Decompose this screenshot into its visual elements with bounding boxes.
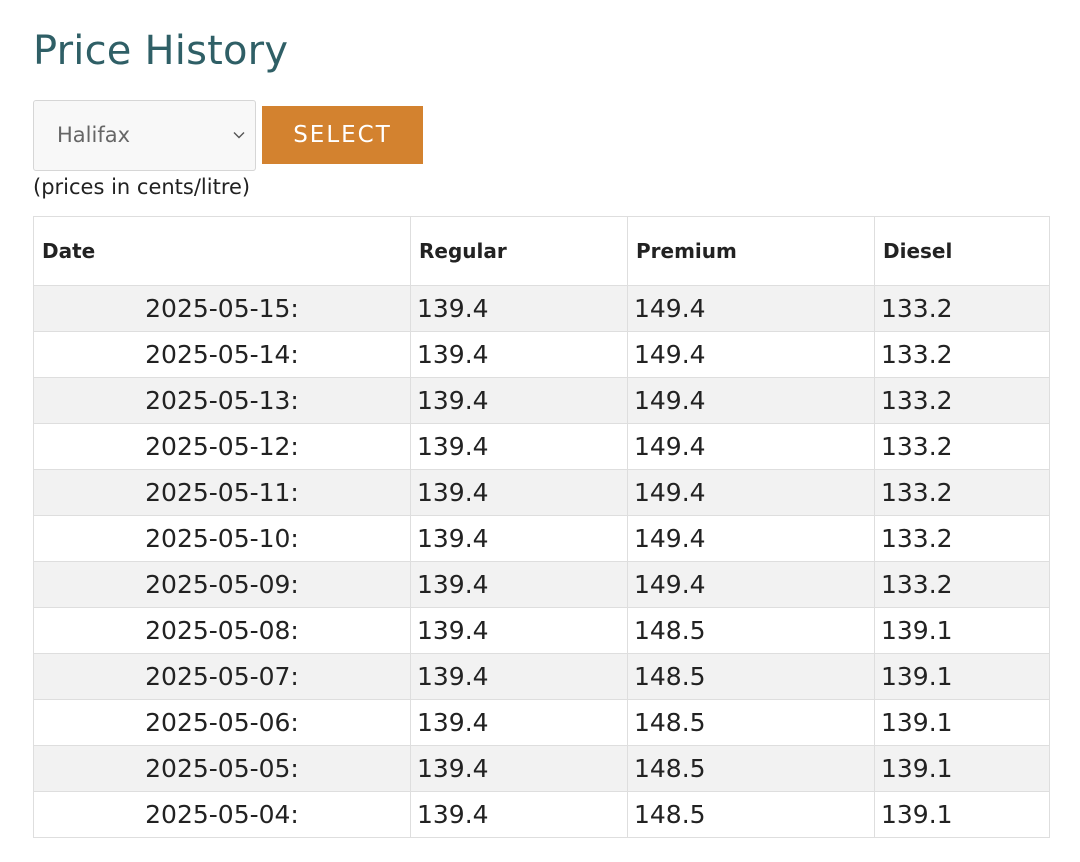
diesel-price-cell: 133.2: [874, 561, 1050, 608]
chevron-down-icon: [233, 131, 245, 138]
diesel-price-cell: 139.1: [874, 745, 1050, 792]
date-cell: 2025-05-11:: [33, 469, 411, 516]
table-row: 2025-05-11: 139.4 149.4 133.2: [33, 469, 1050, 516]
table-header-row: Date Regular Premium Diesel: [33, 216, 1050, 286]
table-body: 2025-05-15: 139.4 149.4 133.2 2025-05-14: 139…: [33, 285, 1050, 838]
header-regular: Regular: [410, 216, 628, 286]
premium-price-cell: 149.4: [627, 377, 875, 424]
table-row: 2025-05-13: 139.4 149.4 133.2: [33, 377, 1050, 424]
diesel-price-cell: 133.2: [874, 285, 1050, 332]
price-history-table: Date Regular Premium Diesel 2025-05-15: 1…: [33, 216, 1050, 838]
diesel-price-cell: 139.1: [874, 653, 1050, 700]
date-cell: 2025-05-08:: [33, 607, 411, 654]
table-row: 2025-05-08: 139.4 148.5 139.1: [33, 607, 1050, 654]
premium-price-cell: 149.4: [627, 423, 875, 470]
date-cell: 2025-05-05:: [33, 745, 411, 792]
date-cell: 2025-05-13:: [33, 377, 411, 424]
regular-price-cell: 139.4: [410, 653, 628, 700]
date-cell: 2025-05-15:: [33, 285, 411, 332]
header-diesel: Diesel: [874, 216, 1050, 286]
table-row: 2025-05-14: 139.4 149.4 133.2: [33, 331, 1050, 378]
regular-price-cell: 139.4: [410, 423, 628, 470]
regular-price-cell: 139.4: [410, 377, 628, 424]
city-select-value: Halifax: [57, 123, 131, 147]
table-row: 2025-05-05: 139.4 148.5 139.1: [33, 745, 1050, 792]
table-row: 2025-05-06: 139.4 148.5 139.1: [33, 699, 1050, 746]
regular-price-cell: 139.4: [410, 561, 628, 608]
premium-price-cell: 149.4: [627, 331, 875, 378]
table-row: 2025-05-07: 139.4 148.5 139.1: [33, 653, 1050, 700]
diesel-price-cell: 139.1: [874, 699, 1050, 746]
table-row: 2025-05-04: 139.4 148.5 139.1: [33, 791, 1050, 838]
units-note: (prices in cents/litre): [33, 175, 251, 199]
regular-price-cell: 139.4: [410, 469, 628, 516]
diesel-price-cell: 133.2: [874, 331, 1050, 378]
diesel-price-cell: 133.2: [874, 423, 1050, 470]
city-select[interactable]: Halifax: [33, 99, 256, 171]
premium-price-cell: 149.4: [627, 285, 875, 332]
premium-price-cell: 149.4: [627, 469, 875, 516]
premium-price-cell: 149.4: [627, 561, 875, 608]
premium-price-cell: 148.5: [627, 791, 875, 838]
premium-price-cell: 148.5: [627, 699, 875, 746]
premium-price-cell: 148.5: [627, 653, 875, 700]
date-cell: 2025-05-10:: [33, 515, 411, 562]
date-cell: 2025-05-14:: [33, 331, 411, 378]
date-cell: 2025-05-07:: [33, 653, 411, 700]
regular-price-cell: 139.4: [410, 607, 628, 654]
regular-price-cell: 139.4: [410, 331, 628, 378]
premium-price-cell: 148.5: [627, 745, 875, 792]
table-row: 2025-05-10: 139.4 149.4 133.2: [33, 515, 1050, 562]
city-selector-controls: Halifax SELECT: [33, 99, 423, 171]
regular-price-cell: 139.4: [410, 285, 628, 332]
table-row: 2025-05-12: 139.4 149.4 133.2: [33, 423, 1050, 470]
regular-price-cell: 139.4: [410, 515, 628, 562]
diesel-price-cell: 133.2: [874, 469, 1050, 516]
price-history-page: Price History Halifax SELECT (prices in …: [0, 0, 1080, 862]
regular-price-cell: 139.4: [410, 745, 628, 792]
date-cell: 2025-05-09:: [33, 561, 411, 608]
premium-price-cell: 149.4: [627, 515, 875, 562]
table-row: 2025-05-09: 139.4 149.4 133.2: [33, 561, 1050, 608]
diesel-price-cell: 133.2: [874, 377, 1050, 424]
diesel-price-cell: 133.2: [874, 515, 1050, 562]
regular-price-cell: 139.4: [410, 791, 628, 838]
header-date: Date: [33, 216, 411, 286]
table-row: 2025-05-15: 139.4 149.4 133.2: [33, 285, 1050, 332]
select-button[interactable]: SELECT: [262, 106, 423, 164]
regular-price-cell: 139.4: [410, 699, 628, 746]
date-cell: 2025-05-06:: [33, 699, 411, 746]
date-cell: 2025-05-12:: [33, 423, 411, 470]
diesel-price-cell: 139.1: [874, 607, 1050, 654]
premium-price-cell: 148.5: [627, 607, 875, 654]
header-premium: Premium: [627, 216, 875, 286]
page-title: Price History: [33, 28, 289, 74]
diesel-price-cell: 139.1: [874, 791, 1050, 838]
date-cell: 2025-05-04:: [33, 791, 411, 838]
